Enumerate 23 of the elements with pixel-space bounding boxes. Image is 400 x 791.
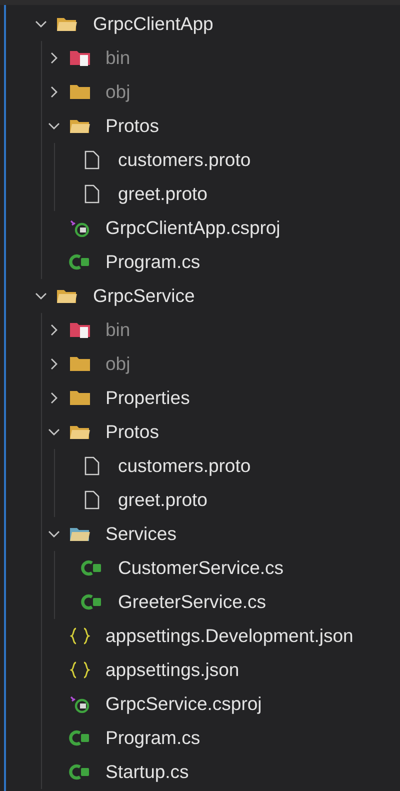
folder-name[interactable]: obj: [106, 81, 130, 103]
folder-name[interactable]: Services: [106, 523, 176, 545]
folder-name[interactable]: Protos: [106, 115, 159, 137]
file-name[interactable]: Program.cs: [106, 251, 200, 273]
file-name[interactable]: GrpcClientApp.csproj: [106, 217, 280, 239]
folder-name[interactable]: Properties: [106, 387, 190, 409]
folder-name[interactable]: GrpcClientApp: [93, 13, 214, 35]
file-name[interactable]: GreeterService.cs: [118, 591, 266, 613]
file-name[interactable]: CustomerService.cs: [118, 557, 284, 579]
file-name[interactable]: GrpcService.csproj: [106, 693, 262, 715]
file-name[interactable]: appsettings.Development.json: [106, 625, 354, 647]
folder-name[interactable]: GrpcService: [93, 285, 195, 307]
file-name[interactable]: Startup.cs: [106, 761, 189, 783]
folder-name[interactable]: bin: [106, 47, 130, 69]
folder-name[interactable]: bin: [106, 319, 130, 341]
file-name[interactable]: Program.cs: [106, 727, 200, 749]
file-name[interactable]: customers.proto: [118, 455, 251, 477]
folder-name[interactable]: obj: [106, 353, 130, 375]
folder-name[interactable]: Protos: [106, 421, 159, 443]
file-name[interactable]: greet.proto: [118, 489, 208, 511]
file-name[interactable]: appsettings.json: [106, 659, 240, 681]
file-name[interactable]: greet.proto: [118, 183, 208, 205]
file-name[interactable]: customers.proto: [118, 149, 251, 171]
